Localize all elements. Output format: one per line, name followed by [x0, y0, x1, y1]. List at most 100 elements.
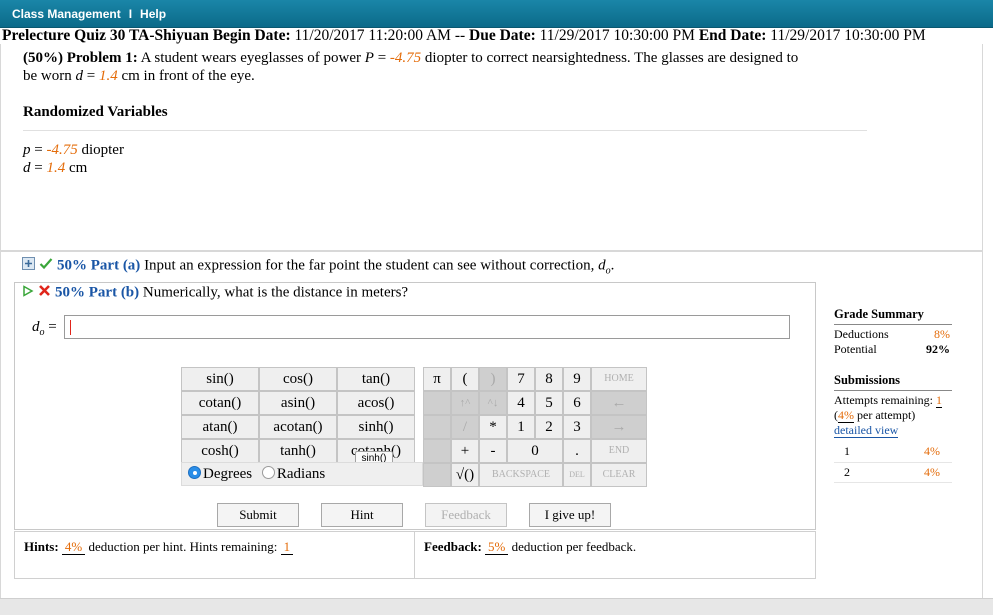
menu-help[interactable]: Help	[140, 7, 166, 21]
hints-panel: Hints: 4% deduction per hint. Hints rema…	[14, 531, 415, 579]
radians-label[interactable]: Radians	[277, 466, 325, 482]
hints-deduction: 4%	[61, 539, 86, 555]
digit-7-button[interactable]: 7	[507, 367, 535, 391]
part-a-sub: o	[605, 265, 611, 277]
asin-button[interactable]: asin()	[259, 391, 337, 415]
cos-button[interactable]: cos()	[259, 367, 337, 391]
down-caret-button[interactable]: ^↓	[479, 391, 507, 415]
acotan-button[interactable]: acotan()	[259, 415, 337, 439]
part-a-row[interactable]: 50% Part (a) Input an expression for the…	[22, 257, 614, 276]
feedback-deduction: 5%	[485, 539, 509, 555]
power-var: P	[364, 50, 374, 66]
distance-var: d	[75, 68, 84, 84]
digit-9-button[interactable]: 9	[563, 367, 591, 391]
clear-button[interactable]: CLEAR	[591, 463, 647, 487]
degrees-radio[interactable]	[188, 466, 201, 479]
checkmark-icon	[39, 257, 53, 275]
submit-button[interactable]: Submit	[217, 503, 299, 527]
quiz-name: Prelecture Quiz 30 TA-Shiyuan	[2, 27, 209, 44]
digit-2-button[interactable]: 2	[535, 415, 563, 439]
part-a-var: d	[598, 257, 606, 274]
divider	[834, 390, 952, 391]
digit-3-button[interactable]: 3	[563, 415, 591, 439]
per-attempt-pct: 4%	[838, 408, 854, 423]
pi-button[interactable]: π	[423, 367, 451, 391]
divide-button[interactable]: /	[451, 415, 479, 439]
problem-panel: (50%) Problem 1: A student wears eyeglas…	[0, 44, 983, 251]
top-menu-bar: Class Management I Help	[0, 0, 993, 28]
power-value: -4.75	[389, 50, 422, 66]
attempts-info: Attempts remaining: 1 (4% per attempt) d…	[834, 393, 952, 438]
cosh-button[interactable]: cosh()	[181, 439, 259, 463]
part-a-text: Input an expression for the far point th…	[144, 257, 595, 274]
digit-4-button[interactable]: 4	[507, 391, 535, 415]
digit-8-button[interactable]: 8	[535, 367, 563, 391]
randomized-variables-list: p = -4.75 diopter d = 1.4 cm	[23, 141, 124, 177]
minus-button[interactable]: -	[479, 439, 507, 463]
acos-button[interactable]: acos()	[337, 391, 415, 415]
end-button[interactable]: END	[591, 439, 647, 463]
delete-button[interactable]: DEL	[563, 463, 591, 487]
due-date-label: Due Date:	[469, 27, 536, 44]
give-up-button[interactable]: I give up!	[529, 503, 611, 527]
cotan-button[interactable]: cotan()	[181, 391, 259, 415]
feedback-button: Feedback	[425, 503, 507, 527]
sin-button[interactable]: sin()	[181, 367, 259, 391]
home-button[interactable]: HOME	[591, 367, 647, 391]
answer-input[interactable]	[64, 315, 790, 339]
part-a-label[interactable]: 50% Part (a)	[57, 257, 140, 273]
equals-2: =	[83, 68, 99, 84]
menu-class-management[interactable]: Class Management	[12, 7, 121, 21]
digit-5-button[interactable]: 5	[535, 391, 563, 415]
deductions-label: Deductions	[834, 327, 889, 341]
answer-var: d	[32, 319, 40, 335]
digit-6-button[interactable]: 6	[563, 391, 591, 415]
feedback-label: Feedback:	[424, 539, 482, 554]
hint-button[interactable]: Hint	[321, 503, 403, 527]
end-date-value: 11/29/2017 10:30:00 PM	[770, 27, 926, 44]
sinh-button[interactable]: sinh()	[337, 415, 415, 439]
begin-date-value: 11/20/2017 11:20:00 AM	[294, 27, 451, 44]
decimal-button[interactable]: .	[563, 439, 591, 463]
plus-button[interactable]: +	[451, 439, 479, 463]
attempts-value: 1	[935, 393, 942, 408]
divider	[23, 130, 867, 131]
tan-button[interactable]: tan()	[337, 367, 415, 391]
multiply-button[interactable]: *	[479, 415, 507, 439]
left-arrow-button[interactable]: ←	[591, 391, 647, 415]
up-caret-button[interactable]: ↑^	[451, 391, 479, 415]
due-date-value: 11/29/2017 10:30:00 PM	[539, 27, 695, 44]
rv-d-value: 1.4	[46, 160, 66, 176]
detailed-view-link[interactable]: detailed view	[834, 423, 899, 438]
table-row: 2 4%	[834, 462, 952, 483]
right-paren-button[interactable]: )	[479, 367, 507, 391]
submissions-title: Submissions	[834, 373, 901, 387]
deductions-row: Deductions 8%	[834, 327, 952, 342]
atan-button[interactable]: atan()	[181, 415, 259, 439]
blank-key-2	[423, 391, 451, 415]
text-caret	[70, 320, 71, 335]
expand-icon[interactable]	[22, 257, 35, 275]
answer-eq: =	[48, 319, 57, 335]
radians-radio[interactable]	[261, 466, 275, 479]
problem-weight: (50%)	[23, 50, 63, 66]
backspace-button[interactable]: BACKSPACE	[479, 463, 563, 487]
equals: =	[373, 50, 390, 66]
feedback-panel: Feedback: 5% deduction per feedback.	[414, 531, 816, 579]
attempts-label: Attempts remaining:	[834, 393, 933, 407]
left-paren-button[interactable]: (	[451, 367, 479, 391]
sqrt-button[interactable]: √()	[451, 463, 479, 487]
rv-p: p = -4.75 diopter	[23, 142, 124, 158]
problem-title: Problem 1:	[66, 50, 138, 66]
distance-value: 1.4	[98, 68, 118, 84]
table-row: 1 4%	[834, 442, 952, 463]
deductions-value: 8%	[934, 327, 950, 341]
right-arrow-button[interactable]: →	[591, 415, 647, 439]
digit-1-button[interactable]: 1	[507, 415, 535, 439]
rv-d-name: d	[23, 160, 31, 176]
digit-0-button[interactable]: 0	[507, 439, 563, 463]
divider	[834, 324, 952, 325]
degrees-label[interactable]: Degrees	[203, 466, 252, 482]
answer-label: do =	[32, 319, 57, 338]
tanh-button[interactable]: tanh()	[259, 439, 337, 463]
